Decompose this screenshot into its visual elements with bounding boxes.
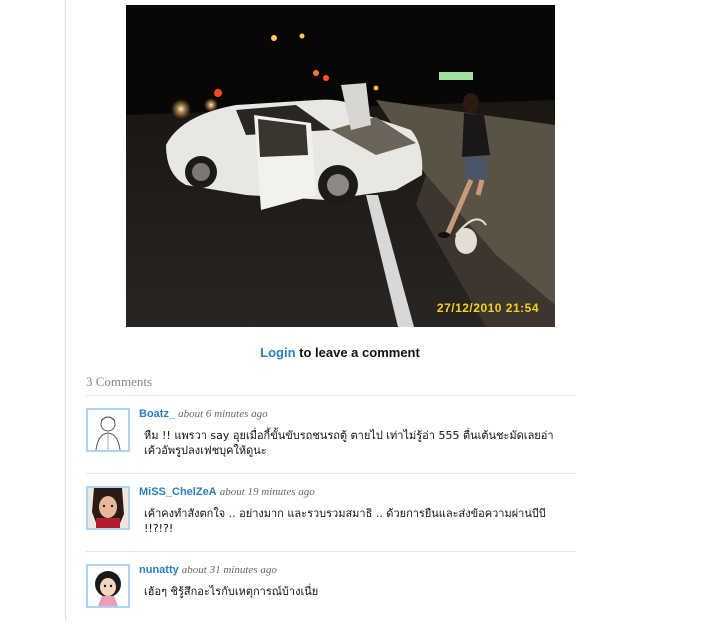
car-crash-photo: 27/12/2010 21:54 (126, 5, 555, 327)
comment-item: MiSS_ChelZeA about 19 minutes ago เค้าคง… (86, 474, 576, 552)
comments-section: 3 Comments Boatz_ about 6 minutes ago หื… (86, 374, 576, 629)
login-link[interactable]: Login (260, 345, 295, 360)
comment-text: เค้าคงทำสังตกใจ .. อย่างมาก และรวบรวมสมา… (144, 507, 546, 535)
comment-text: หืม !! แพรวา say อุยเมื่อกี้ขั้นขับรถชนร… (144, 429, 554, 457)
page-left-border (65, 0, 66, 620)
cartoon-girl-avatar[interactable] (86, 564, 130, 608)
photo-timestamp: 27/12/2010 21:54 (436, 301, 539, 315)
comment-author[interactable]: nunatty (139, 564, 179, 576)
comment-item: nunatty about 31 minutes ago เฮ้อๆ ชิรู้… (86, 552, 576, 629)
comment-item: Boatz_ about 6 minutes ago หืม !! แพรวา … (86, 396, 576, 474)
girl-photo-avatar[interactable] (86, 486, 130, 530)
comment-header: MiSS_ChelZeA about 19 minutes ago (139, 486, 315, 498)
login-prompt: Login to leave a comment (0, 345, 680, 360)
comment-author[interactable]: MiSS_ChelZeA (139, 486, 217, 498)
comment-author[interactable]: Boatz_ (139, 408, 175, 420)
comments-heading: 3 Comments (86, 374, 576, 396)
photo-illustration (126, 5, 555, 327)
comment-header: Boatz_ about 6 minutes ago (139, 408, 268, 420)
comment-time: about 19 minutes ago (219, 486, 315, 498)
sketch-boy-avatar[interactable] (86, 408, 130, 452)
login-prompt-suffix: to leave a comment (295, 345, 420, 360)
comment-time: about 6 minutes ago (178, 408, 268, 420)
comment-text: เฮ้อๆ ชิรู้สึกอะไรกับเหตุการณ์บ้างเนี่ย (144, 585, 319, 598)
comment-header: nunatty about 31 minutes ago (139, 564, 277, 576)
comment-time: about 31 minutes ago (181, 564, 277, 576)
